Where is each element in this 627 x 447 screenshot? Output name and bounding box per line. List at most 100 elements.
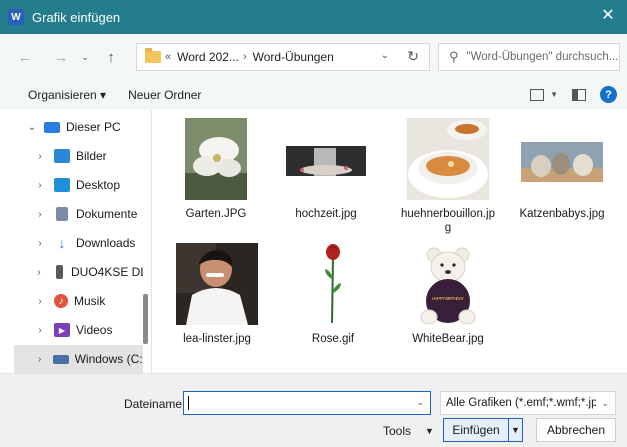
- sidebar-item-videos[interactable]: › ▶ Videos: [34, 316, 143, 344]
- sidebar-item-label: Desktop: [76, 178, 121, 192]
- preview-pane-icon[interactable]: [572, 88, 586, 101]
- filename-input[interactable]: ⌄: [183, 391, 431, 415]
- expand-chevron-icon[interactable]: ›: [34, 151, 46, 162]
- breadcrumb-item[interactable]: Word 202...: [177, 50, 239, 64]
- expand-chevron-icon[interactable]: ›: [34, 354, 45, 365]
- file-item[interactable]: Katzenbabys.jpg: [514, 118, 610, 221]
- garden-thumbnail: [185, 118, 247, 200]
- filename-label: Dateiname:: [124, 397, 186, 411]
- sidebar-item-label: Bilder: [76, 149, 107, 163]
- file-name: lea-linster.jpg: [183, 333, 251, 345]
- search-placeholder: "Word-Übungen" durchsuch...: [466, 51, 619, 63]
- filename-history-chevron-icon[interactable]: ⌄: [416, 397, 424, 408]
- bear-shirt-text: HAPPY BIRTHDAY: [432, 296, 464, 301]
- sidebar-item-this-pc[interactable]: ⌄ Dieser PC: [26, 113, 143, 141]
- new-folder-button[interactable]: Neuer Ordner: [128, 88, 201, 102]
- organize-button[interactable]: Organisieren ▾: [28, 88, 106, 102]
- sidebar-item-downloads[interactable]: › ↓ Downloads: [34, 229, 143, 257]
- navigation-bar: ← → ⌄ ↑ « Word 202... › Word-Übungen ⌄ ↻…: [0, 34, 627, 80]
- sidebar-item-music[interactable]: › ♪ Musik: [34, 287, 143, 315]
- word-app-icon: W: [8, 9, 24, 25]
- kittens-thumbnail: [521, 118, 603, 200]
- breadcrumb-separator-icon[interactable]: ›: [243, 51, 247, 63]
- sidebar-item-drive[interactable]: › DUO4KSE DLN: [34, 258, 143, 286]
- bear-thumbnail: HAPPY BIRTHDAY: [418, 243, 478, 325]
- sidebar-item-label: Musik: [74, 294, 106, 308]
- expand-chevron-icon[interactable]: ›: [34, 238, 46, 249]
- chevron-down-icon: ⌄: [601, 398, 609, 408]
- file-item[interactable]: Garten.JPG: [168, 118, 264, 221]
- expand-chevron-icon[interactable]: ›: [34, 180, 46, 191]
- insert-options-dropdown-icon[interactable]: ▼: [508, 419, 522, 441]
- wedding-thumbnail: [286, 118, 366, 200]
- forward-arrow-icon[interactable]: →: [48, 44, 74, 70]
- expand-chevron-icon[interactable]: ›: [34, 325, 46, 336]
- file-type-value: Alle Grafiken (*.emf;*.wmf;*.jpg;: [446, 397, 596, 409]
- dialog-footer: Dateiname: ⌄ Alle Grafiken (*.emf;*.wmf;…: [0, 373, 627, 447]
- address-history-chevron-icon[interactable]: ⌄: [381, 50, 389, 61]
- sidebar-item-label: DUO4KSE DLN: [71, 265, 143, 279]
- search-box[interactable]: ⚲ "Word-Übungen" durchsuch...: [438, 43, 620, 71]
- file-item[interactable]: lea-linster.jpg: [169, 243, 265, 346]
- back-arrow-icon[interactable]: ←: [12, 44, 38, 70]
- tools-menu-button[interactable]: Tools ▼: [383, 424, 434, 438]
- file-name: huehnerbouillon.jpg: [401, 208, 495, 234]
- windows-drive-icon: [53, 354, 69, 364]
- collapse-chevron-icon[interactable]: ⌄: [26, 122, 38, 133]
- sidebar-item-label: Dieser PC: [66, 120, 121, 134]
- expand-chevron-icon[interactable]: ›: [34, 296, 46, 307]
- refresh-icon[interactable]: ↻: [407, 48, 419, 65]
- music-icon: ♪: [54, 294, 68, 308]
- expand-chevron-icon[interactable]: ›: [34, 209, 46, 220]
- videos-icon: ▶: [54, 323, 70, 337]
- file-type-select[interactable]: Alle Grafiken (*.emf;*.wmf;*.jpg; ⌄: [440, 391, 616, 415]
- text-caret: [188, 396, 189, 410]
- insert-button[interactable]: Einfügen ▼: [443, 418, 523, 442]
- tools-label: Tools: [383, 424, 412, 438]
- sidebar-item-windows-c[interactable]: › Windows (C:): [14, 345, 143, 373]
- downloads-icon: ↓: [58, 235, 66, 251]
- title-bar: W Grafik einfügen ✕: [0, 0, 627, 34]
- rose-thumbnail: [321, 243, 345, 325]
- view-options-chevron-icon[interactable]: ▼: [550, 90, 558, 99]
- sidebar-item-desktop[interactable]: › Desktop: [34, 171, 143, 199]
- sidebar-item-label: Videos: [76, 323, 113, 337]
- file-name: Garten.JPG: [185, 208, 247, 220]
- help-icon[interactable]: ?: [600, 86, 617, 103]
- command-toolbar: Organisieren ▾ Neuer Ordner ▼ ?: [0, 80, 627, 110]
- window-title: Grafik einfügen: [32, 9, 121, 25]
- file-name: Katzenbabys.jpg: [519, 208, 605, 220]
- file-list: Garten.JPG hochzeit.jpg huehnerbouillon.…: [152, 110, 627, 373]
- search-icon: ⚲: [449, 49, 459, 64]
- drive-icon: [56, 265, 63, 279]
- tools-dropdown-icon: ▼: [425, 426, 434, 436]
- breadcrumb-item[interactable]: Word-Übungen: [253, 50, 334, 64]
- insert-label: Einfügen: [452, 423, 500, 437]
- sidebar-scrollbar-thumb[interactable]: [143, 294, 148, 344]
- expand-chevron-icon[interactable]: ›: [34, 267, 44, 278]
- sidebar-item-documents[interactable]: › Dokumente: [34, 200, 143, 228]
- sidebar-item-label: Windows (C:): [74, 352, 143, 366]
- file-item[interactable]: Rose.gif: [285, 243, 381, 346]
- soup-thumbnail: [407, 118, 489, 200]
- sidebar-item-label: Downloads: [76, 236, 136, 250]
- sidebar-item-label: Dokumente: [76, 207, 138, 221]
- navigation-pane: ⌄ Dieser PC › Bilder › Desktop › Dokumen…: [0, 110, 152, 373]
- file-item[interactable]: hochzeit.jpg: [278, 118, 374, 221]
- file-item[interactable]: huehnerbouillon.jpg: [400, 118, 496, 235]
- file-item[interactable]: HAPPY BIRTHDAY WhiteBear.jpg: [400, 243, 496, 346]
- change-view-icon[interactable]: [530, 88, 545, 101]
- pictures-icon: [54, 149, 70, 163]
- close-icon[interactable]: ✕: [599, 7, 617, 25]
- folder-icon: [145, 48, 161, 63]
- pc-icon: [44, 121, 60, 133]
- cancel-button[interactable]: Abbrechen: [536, 418, 616, 442]
- breadcrumb-overflow-icon[interactable]: «: [165, 51, 171, 63]
- chef-thumbnail: [176, 243, 258, 325]
- address-bar[interactable]: « Word 202... › Word-Übungen ⌄ ↻: [136, 43, 430, 71]
- up-arrow-icon[interactable]: ↑: [98, 44, 124, 70]
- file-name: hochzeit.jpg: [295, 208, 357, 220]
- sidebar-item-pictures[interactable]: › Bilder: [34, 142, 143, 170]
- recent-locations-chevron-icon[interactable]: ⌄: [78, 44, 92, 70]
- file-name: WhiteBear.jpg: [412, 333, 484, 345]
